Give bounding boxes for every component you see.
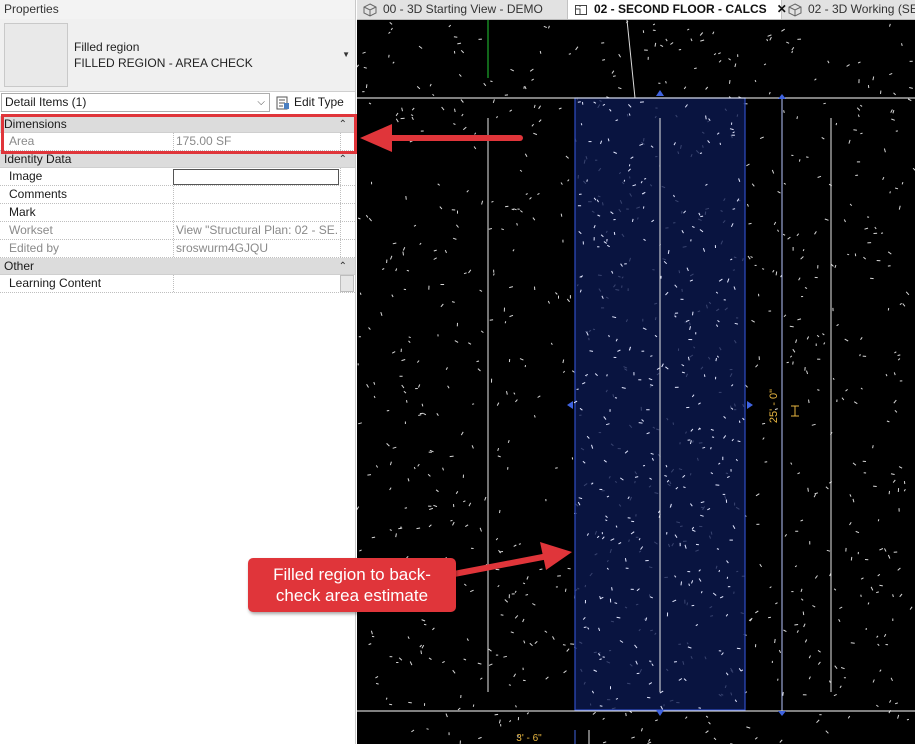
property-value-mark[interactable] — [173, 204, 339, 221]
scrollbar-track — [340, 240, 354, 257]
property-key: Area — [9, 134, 35, 148]
properties-palette: Properties Filled region FILLED REGION -… — [0, 0, 357, 744]
property-value-workset: View "Structural Plan: 02 - SE... — [173, 222, 339, 239]
property-value-image-input[interactable] — [173, 169, 339, 185]
property-row-area: Area 175.00 SF — [0, 133, 355, 151]
instance-filter-dropdown[interactable]: Detail Items (1) ⌵ — [1, 93, 270, 112]
type-dropdown-arrow-icon[interactable]: ▼ — [342, 50, 350, 59]
scrollbar-track — [340, 222, 354, 239]
type-selector[interactable]: Filled region FILLED REGION - AREA CHECK… — [0, 19, 355, 92]
properties-title: Properties — [0, 0, 355, 20]
3d-view-icon — [788, 3, 802, 17]
property-value-edited-by: sroswurm4GJQU — [173, 240, 339, 257]
tab-3d-starting-view[interactable]: 00 - 3D Starting View - DEMO — [357, 0, 568, 19]
property-value-area: 175.00 SF — [173, 133, 339, 150]
group-identity-data[interactable]: Identity Data ⌃ — [0, 151, 355, 168]
property-value-learning-content[interactable] — [173, 275, 339, 292]
section-line — [626, 20, 636, 99]
property-row-comments: Comments — [0, 186, 355, 204]
scrollbar-track — [340, 168, 354, 185]
tab-label: 02 - SECOND FLOOR - CALCS — [594, 2, 767, 16]
group-label: Other — [4, 259, 35, 273]
property-row-learning-content: Learning Content — [0, 275, 355, 293]
dimension-witness-icon — [791, 405, 799, 417]
property-key: Image — [9, 169, 43, 183]
property-value-comments[interactable] — [173, 186, 339, 203]
property-row-edited-by: Edited by sroswurm4GJQU — [0, 240, 355, 258]
chevron-down-icon: ⌵ — [257, 97, 265, 108]
type-preview-thumbnail — [4, 23, 68, 87]
collapse-icon[interactable]: ⌃ — [339, 151, 347, 168]
property-key: Mark — [9, 205, 36, 219]
collapse-icon[interactable]: ⌃ — [339, 116, 347, 133]
property-key: Edited by — [9, 241, 60, 255]
tab-label: 00 - 3D Starting View - DEMO — [383, 2, 543, 16]
drawing-canvas[interactable]: 25' - 0" 3' - 6" — [357, 20, 915, 744]
edit-type-button[interactable]: Edit Type — [273, 93, 355, 112]
group-label: Dimensions — [4, 117, 67, 131]
tab-second-floor-calcs[interactable]: 02 - SECOND FLOOR - CALCS ✕ — [568, 0, 787, 19]
group-dimensions[interactable]: Dimensions ⌃ — [0, 116, 355, 133]
properties-grid: Dimensions ⌃ Area 175.00 SF Identity Dat… — [0, 116, 355, 293]
scrollbar-track — [340, 186, 354, 203]
scrollbar-track — [340, 133, 354, 150]
property-key: Workset — [9, 223, 53, 237]
instance-filter-row: Detail Items (1) ⌵ Edit Type — [0, 93, 355, 113]
tab-label: 02 - 3D Working (SE — [808, 2, 915, 16]
type-family-label: Filled region — [74, 40, 140, 54]
property-key: Comments — [9, 187, 68, 201]
floor-plan-icon — [575, 5, 587, 15]
group-label: Identity Data — [4, 152, 72, 166]
view-tab-bar: 00 - 3D Starting View - DEMO 02 - SECOND… — [357, 0, 915, 20]
plan-drawing: 25' - 0" 3' - 6" — [357, 20, 915, 744]
3d-view-icon — [363, 3, 377, 17]
edit-type-label: Edit Type — [294, 95, 344, 109]
instance-filter-value: Detail Items (1) — [5, 95, 87, 109]
callout-label: Filled region to back-check area estimat… — [248, 558, 456, 612]
edit-type-icon — [276, 96, 289, 109]
property-row-workset: Workset View "Structural Plan: 02 - SE..… — [0, 222, 355, 240]
property-row-mark: Mark — [0, 204, 355, 222]
dimension-text-vertical[interactable]: 25' - 0" — [768, 389, 780, 423]
group-other[interactable]: Other ⌃ — [0, 258, 355, 275]
tab-3d-working[interactable]: 02 - 3D Working (SE — [782, 0, 915, 19]
scrollbar-track — [340, 204, 354, 221]
property-key: Learning Content — [9, 276, 102, 290]
property-row-image: Image — [0, 168, 355, 186]
type-name-label: FILLED REGION - AREA CHECK — [74, 56, 253, 70]
dimension-text-horizontal[interactable]: 3' - 6" — [516, 733, 542, 744]
collapse-icon[interactable]: ⌃ — [339, 258, 347, 275]
scrollbar-thumb[interactable] — [340, 275, 354, 292]
